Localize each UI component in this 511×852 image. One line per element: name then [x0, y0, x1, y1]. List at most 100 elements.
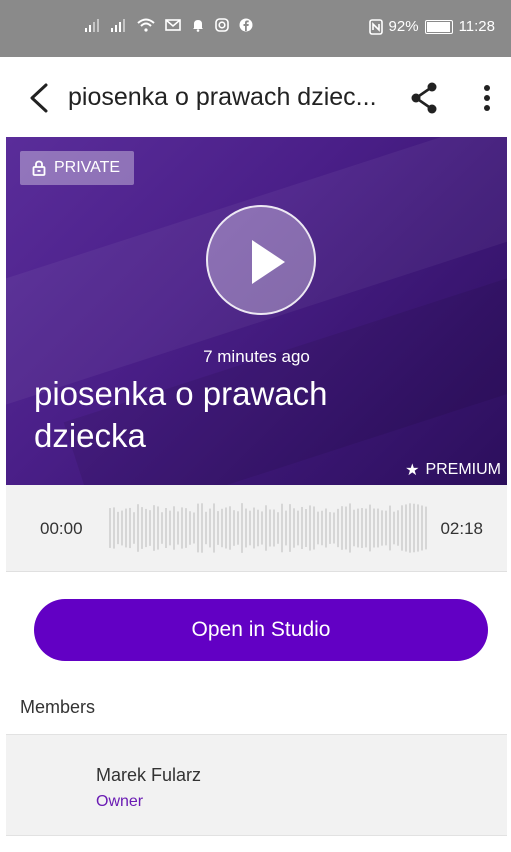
waveform-bar [189, 511, 191, 545]
star-icon: ★ [405, 462, 420, 479]
member-role: Owner [96, 793, 144, 810]
waveform-bar [261, 511, 263, 545]
waveform-bar [233, 510, 235, 546]
waveform-bar [389, 505, 391, 551]
app-bar: piosenka o prawach dziec... [0, 57, 511, 137]
status-time: 11:28 [458, 18, 495, 35]
total-time: 02:18 [440, 519, 483, 538]
waveform-bar [357, 508, 359, 548]
instagram-icon [215, 18, 229, 32]
waveform[interactable] [109, 502, 429, 554]
waveform-bar [293, 508, 295, 548]
waveform-bar [185, 508, 187, 548]
more-vert-icon[interactable] [475, 81, 499, 115]
waveform-bar [241, 503, 243, 553]
waveform-bar [121, 510, 123, 546]
waveform-bar [109, 508, 111, 548]
waveform-bar [373, 508, 375, 548]
waveform-bar [309, 505, 311, 551]
waveform-bar [277, 512, 279, 544]
page-title: piosenka o prawach dziec... [68, 83, 377, 111]
waveform-bar [341, 506, 343, 550]
waveform-bar [325, 508, 327, 548]
waveform-bar [409, 503, 411, 553]
waveform-bar [169, 510, 171, 546]
waveform-bar [221, 508, 223, 548]
audio-player: 00:00 02:18 [6, 485, 507, 572]
waveform-bar [297, 510, 299, 546]
nfc-icon [368, 18, 383, 35]
facebook-icon [239, 18, 253, 32]
waveform-bar [381, 510, 383, 546]
waveform-bar [197, 503, 199, 553]
waveform-bar [377, 508, 379, 548]
waveform-bar [161, 512, 163, 544]
waveform-bar [405, 504, 407, 552]
waveform-bar [289, 504, 291, 552]
waveform-bar [253, 507, 255, 549]
share-icon[interactable] [410, 81, 440, 115]
waveform-bar [193, 512, 195, 544]
waveform-bar [133, 512, 135, 544]
waveform-bar [417, 504, 419, 552]
play-button[interactable] [206, 205, 316, 315]
waveform-bar [165, 508, 167, 548]
waveform-bar [201, 503, 203, 553]
play-icon [252, 240, 285, 284]
premium-badge: ★ PREMIUM [405, 460, 501, 480]
created-time: 7 minutes ago [203, 347, 310, 366]
waveform-bar [157, 506, 159, 550]
waveform-bar [145, 508, 147, 548]
waveform-bar [245, 508, 247, 548]
waveform-bar [149, 510, 151, 546]
waveform-bar [113, 507, 115, 549]
song-title: piosenka o prawach dziecka [34, 375, 328, 454]
back-icon[interactable] [26, 81, 54, 115]
waveform-bar [173, 506, 175, 550]
waveform-bar [205, 511, 207, 545]
waveform-bar [137, 504, 139, 552]
waveform-bar [257, 509, 259, 547]
waveform-bar [237, 511, 239, 545]
open-in-studio-button[interactable]: Open in Studio [34, 599, 488, 661]
lock-icon [32, 160, 46, 176]
members-heading: Members [20, 697, 96, 717]
waveform-bar [229, 506, 231, 550]
song-hero: PRIVATE 7 minutes ago piosenka o prawach… [6, 137, 507, 485]
waveform-bar [269, 509, 271, 547]
waveform-bar [273, 509, 275, 547]
waveform-bar [317, 511, 319, 545]
waveform-bar [285, 510, 287, 546]
member-row[interactable]: Marek Fularz Owner [6, 734, 507, 836]
waveform-bar [349, 503, 351, 553]
waveform-bar [333, 512, 335, 544]
waveform-bar [117, 511, 119, 545]
waveform-bar [249, 510, 251, 546]
waveform-bar [365, 508, 367, 548]
status-bar: 92% 11:28 [0, 0, 511, 57]
waveform-bar [421, 505, 423, 551]
waveform-bar [397, 510, 399, 546]
waveform-bar [225, 507, 227, 549]
waveform-bar [313, 506, 315, 550]
waveform-bar [385, 510, 387, 546]
battery-icon [424, 19, 453, 34]
signal-icon [111, 19, 125, 32]
waveform-bar [369, 504, 371, 552]
wifi-icon [137, 18, 155, 32]
signal-icon [85, 19, 99, 32]
waveform-bar [209, 508, 211, 548]
waveform-bar [217, 511, 219, 545]
waveform-bar [329, 512, 331, 544]
waveform-bar [281, 503, 283, 553]
waveform-bar [305, 508, 307, 548]
waveform-bar [177, 511, 179, 545]
notification-bell-icon [193, 20, 203, 32]
mail-icon [165, 19, 181, 31]
waveform-bar [213, 503, 215, 553]
premium-label: PREMIUM [425, 461, 501, 478]
private-badge: PRIVATE [20, 151, 135, 185]
waveform-bar [321, 510, 323, 546]
status-left-icons [85, 18, 253, 32]
waveform-bar [181, 507, 183, 549]
